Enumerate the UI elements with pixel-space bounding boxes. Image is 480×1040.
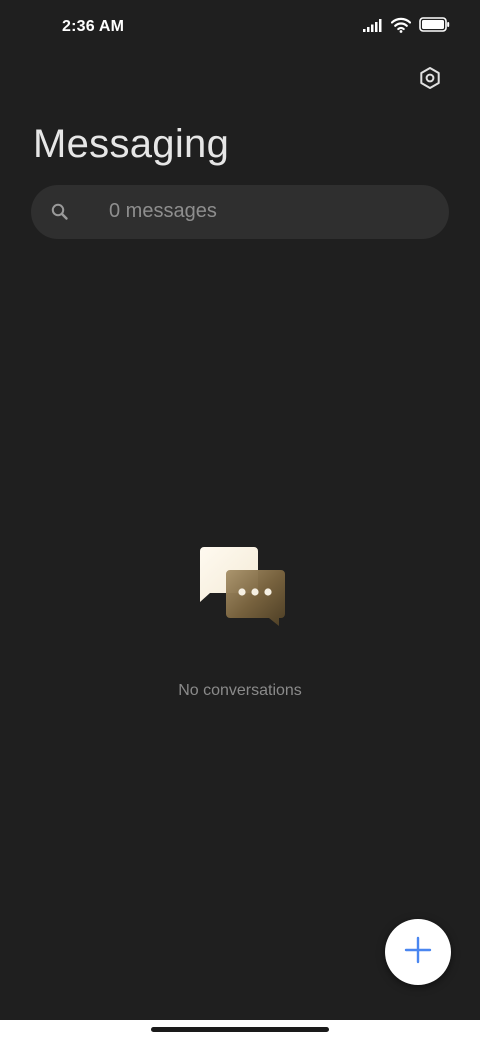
settings-button[interactable]	[412, 62, 448, 98]
new-conversation-button[interactable]	[385, 919, 451, 985]
chat-bubbles-icon	[0, 540, 480, 630]
status-time: 2:36 AM	[62, 18, 125, 35]
search-icon	[50, 202, 70, 222]
plus-icon	[404, 936, 432, 969]
status-icons	[363, 17, 450, 37]
search-input[interactable]: 0 messages	[109, 200, 217, 223]
empty-state: No conversations	[0, 540, 480, 699]
home-indicator[interactable]	[151, 1027, 329, 1032]
page-title: Messaging	[33, 122, 230, 166]
signal-icon	[363, 18, 383, 37]
empty-state-text: No conversations	[178, 682, 302, 699]
navigation-bar	[0, 1020, 480, 1040]
status-bar: 2:36 AM	[0, 0, 480, 56]
wifi-icon	[390, 17, 412, 38]
battery-icon	[419, 17, 450, 37]
settings-icon	[418, 66, 442, 95]
search-bar[interactable]: 0 messages	[31, 185, 449, 239]
